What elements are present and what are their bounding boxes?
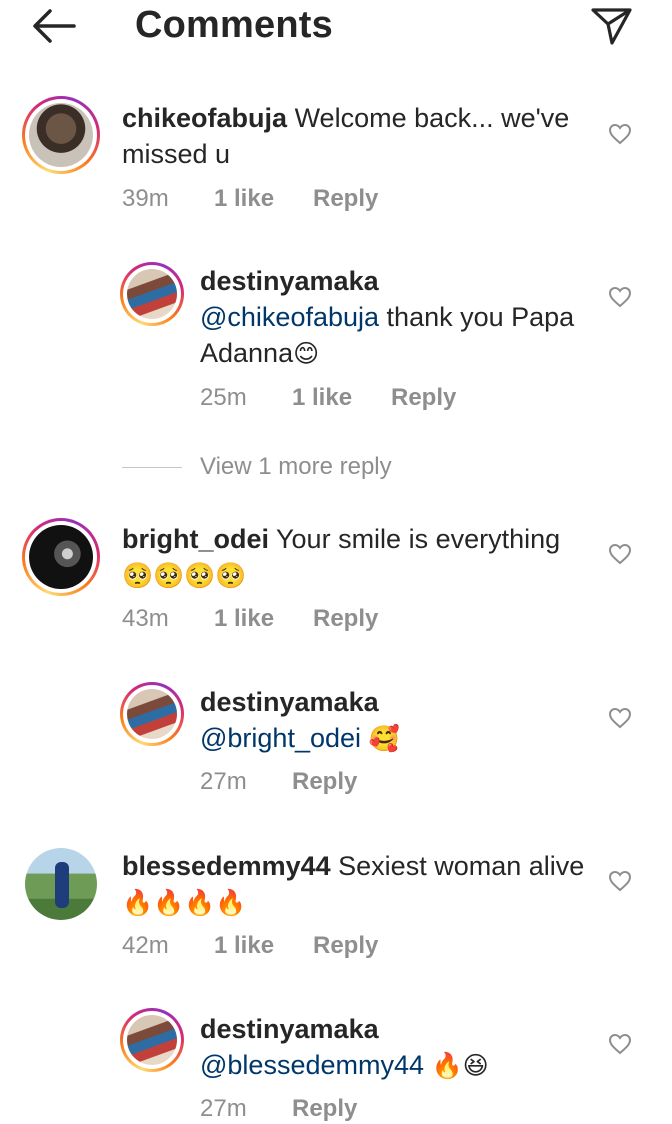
comment-likes[interactable]: 1 like	[214, 185, 313, 213]
comment-username[interactable]: destinyamaka	[200, 684, 600, 720]
comment-meta: 27m Reply	[200, 1095, 357, 1123]
heart-icon[interactable]	[608, 706, 632, 730]
heart-icon[interactable]	[608, 869, 632, 893]
comment-time: 27m	[200, 1095, 247, 1122]
emoji: 😊	[293, 339, 320, 368]
comment-body: Your smile is everything	[276, 524, 561, 554]
reply-button[interactable]: Reply	[313, 185, 378, 213]
comment-meta: 42m 1 like Reply	[122, 932, 378, 960]
comment-time: 43m	[122, 605, 169, 632]
comment-meta: 25m 1 like Reply	[200, 384, 456, 412]
comment-username[interactable]: destinyamaka	[200, 263, 600, 299]
reply-button[interactable]: Reply	[313, 605, 378, 633]
view-more-label: View 1 more reply	[200, 453, 392, 480]
mention-link[interactable]: @bright_odei	[200, 723, 361, 753]
comment-username[interactable]: blessedemmy44	[122, 851, 331, 881]
reply-button[interactable]: Reply	[292, 1095, 357, 1123]
reply-button[interactable]: Reply	[391, 384, 456, 412]
view-more-replies-button[interactable]: View 1 more reply	[122, 452, 392, 482]
avatar[interactable]	[120, 682, 184, 746]
avatar[interactable]	[25, 848, 97, 920]
header: Comments	[0, 0, 672, 56]
avatar[interactable]	[120, 262, 184, 326]
mention-link[interactable]: @blessedemmy44	[200, 1050, 424, 1080]
comment-meta: 27m Reply	[200, 768, 357, 796]
heart-icon[interactable]	[608, 285, 632, 309]
back-arrow-icon[interactable]	[30, 6, 76, 46]
comment-time: 27m	[200, 768, 247, 795]
heart-icon[interactable]	[608, 1032, 632, 1056]
comment-text: chikeofabuja Welcome back... we've misse…	[122, 100, 592, 172]
comment-username[interactable]: chikeofabuja	[122, 103, 287, 133]
comment-meta: 39m 1 like Reply	[122, 185, 378, 213]
avatar[interactable]	[22, 96, 100, 174]
comment-text: destinyamaka @blessedemmy44 🔥😆	[200, 1011, 600, 1084]
comment-text: destinyamaka @bright_odei 🥰	[200, 684, 600, 757]
comment-likes[interactable]: 1 like	[214, 605, 313, 633]
comment-likes[interactable]: 1 like	[214, 932, 313, 960]
emoji: 🔥🔥🔥🔥	[122, 888, 247, 917]
divider	[122, 466, 182, 468]
comment-text: blessedemmy44 Sexiest woman alive 🔥🔥🔥🔥	[122, 848, 592, 921]
page-title: Comments	[135, 4, 333, 46]
comment-username[interactable]: bright_odei	[122, 524, 269, 554]
emoji: 🔥😆	[431, 1051, 489, 1080]
comment-time: 39m	[122, 185, 169, 212]
comment-text: destinyamaka @chikeofabuja thank you Pap…	[200, 263, 600, 372]
heart-icon[interactable]	[608, 542, 632, 566]
comment-meta: 43m 1 like Reply	[122, 605, 378, 633]
reply-button[interactable]: Reply	[292, 768, 357, 796]
comment-likes[interactable]: 1 like	[292, 384, 391, 412]
comment-text: bright_odei Your smile is everything 🥺🥺🥺…	[122, 521, 592, 594]
avatar[interactable]	[120, 1008, 184, 1072]
comment-time: 42m	[122, 932, 169, 959]
mention-link[interactable]: @chikeofabuja	[200, 302, 379, 332]
send-icon[interactable]	[590, 6, 634, 46]
emoji: 🥺🥺🥺🥺	[122, 561, 247, 590]
comment-username[interactable]: destinyamaka	[200, 1011, 600, 1047]
heart-icon[interactable]	[608, 122, 632, 146]
comment-time: 25m	[200, 384, 247, 411]
reply-button[interactable]: Reply	[313, 932, 378, 960]
avatar[interactable]	[22, 518, 100, 596]
emoji: 🥰	[368, 724, 400, 753]
comment-body: Sexiest woman alive	[338, 851, 585, 881]
